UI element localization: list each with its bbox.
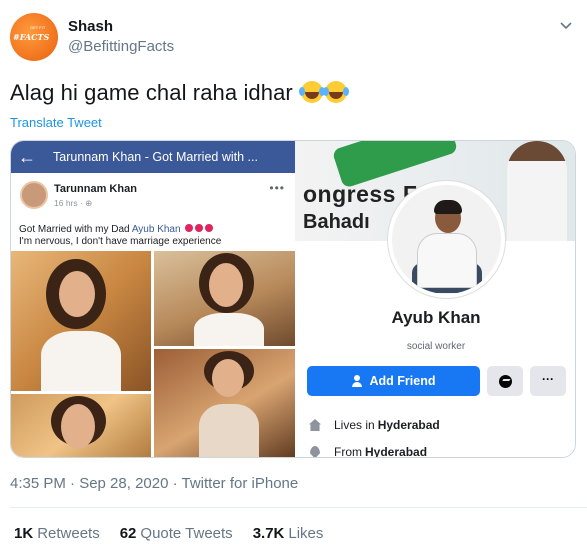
heart-emoji-icon: [205, 224, 214, 232]
avatar-logo-text: #FACTS: [13, 32, 50, 42]
tweet-stats: 1K Retweets 62 Quote Tweets 3.7K Likes: [14, 525, 323, 542]
location-pin-icon: [310, 445, 320, 457]
likes-label: Likes: [288, 525, 324, 542]
tweet-body: Alag hi game chal raha idhar: [10, 80, 293, 105]
post-text-prefix: Got Married with my Dad: [19, 224, 132, 235]
post-text-line2: I'm nervous, I don't have marriage exper…: [19, 236, 222, 247]
from-row: From Hyderabad: [309, 445, 428, 458]
profile-picture: [388, 181, 505, 298]
likes-stat[interactable]: 3.7K Likes: [253, 525, 324, 542]
post-text-line1: Got Married with my Dad Ayub Khan: [19, 224, 214, 235]
add-friend-label: Add Friend: [369, 374, 436, 388]
author-name[interactable]: Shash: [68, 18, 113, 35]
lives-in-label: Lives in: [334, 418, 375, 432]
avatar-subtext: GET FIT: [30, 25, 46, 30]
post-photo: [11, 251, 151, 391]
tweet-media[interactable]: ← Tarunnam Khan - Got Married with ... T…: [10, 140, 576, 458]
lives-in-value: Hyderabad: [377, 418, 440, 432]
post-meta: 16 hrs · ⊕: [54, 198, 93, 208]
likes-count: 3.7K: [252, 525, 285, 542]
add-friend-button: Add Friend: [307, 366, 480, 396]
post-author-avatar: [20, 181, 48, 209]
from-value: Hyderabad: [365, 445, 428, 458]
add-friend-icon: [351, 375, 364, 387]
quote-tweets-count: 62: [119, 525, 137, 542]
author-avatar[interactable]: GET FIT #FACTS: [10, 13, 58, 61]
more-options-button: ···: [530, 366, 566, 396]
fb-profile-screenshot: ongress F Bahadı Ayub Khan social worker…: [295, 141, 575, 458]
messenger-icon: [498, 374, 512, 388]
fb-post-header-title: Tarunnam Khan - Got Married with ...: [53, 150, 258, 164]
author-handle[interactable]: @BefittingFacts: [68, 38, 174, 55]
translate-tweet-link[interactable]: Translate Tweet: [10, 115, 102, 130]
retweets-label: Retweets: [37, 525, 100, 542]
divider: [10, 507, 587, 508]
post-photo: [154, 349, 295, 457]
post-photo: [154, 251, 295, 346]
post-photo: [11, 394, 151, 457]
heart-emoji-icon: [185, 224, 194, 232]
profile-bio: social worker: [406, 341, 466, 352]
heart-emoji-icon: [195, 224, 204, 232]
profile-name: Ayub Khan: [391, 308, 481, 327]
tweet-text: Alag hi game chal raha idhar: [10, 80, 348, 106]
retweets-stat[interactable]: 1K Retweets: [14, 525, 100, 542]
post-author-name: Tarunnam Khan: [54, 183, 137, 195]
laughing-emoji-icon: [299, 81, 324, 103]
more-dots-icon: •••: [269, 181, 285, 195]
messenger-button: [487, 366, 523, 396]
quote-tweets-label: Quote Tweets: [140, 525, 233, 542]
tweet-timestamp[interactable]: 4:35 PM · Sep 28, 2020 · Twitter for iPh…: [10, 475, 298, 492]
post-tagged-link: Ayub Khan: [131, 224, 181, 235]
home-icon: [309, 419, 321, 431]
laughing-emoji-icon: [323, 81, 348, 103]
chevron-down-icon[interactable]: [557, 16, 575, 34]
retweets-count: 1K: [14, 525, 34, 542]
quote-tweets-stat[interactable]: 62 Quote Tweets: [120, 525, 233, 542]
cover-text-2: Bahadı: [303, 211, 370, 233]
from-label: From: [334, 445, 362, 458]
fb-post-header: ← Tarunnam Khan - Got Married with ...: [11, 141, 295, 173]
back-arrow-icon: ←: [18, 147, 36, 167]
lives-in-row: Lives in Hyderabad: [309, 418, 440, 432]
